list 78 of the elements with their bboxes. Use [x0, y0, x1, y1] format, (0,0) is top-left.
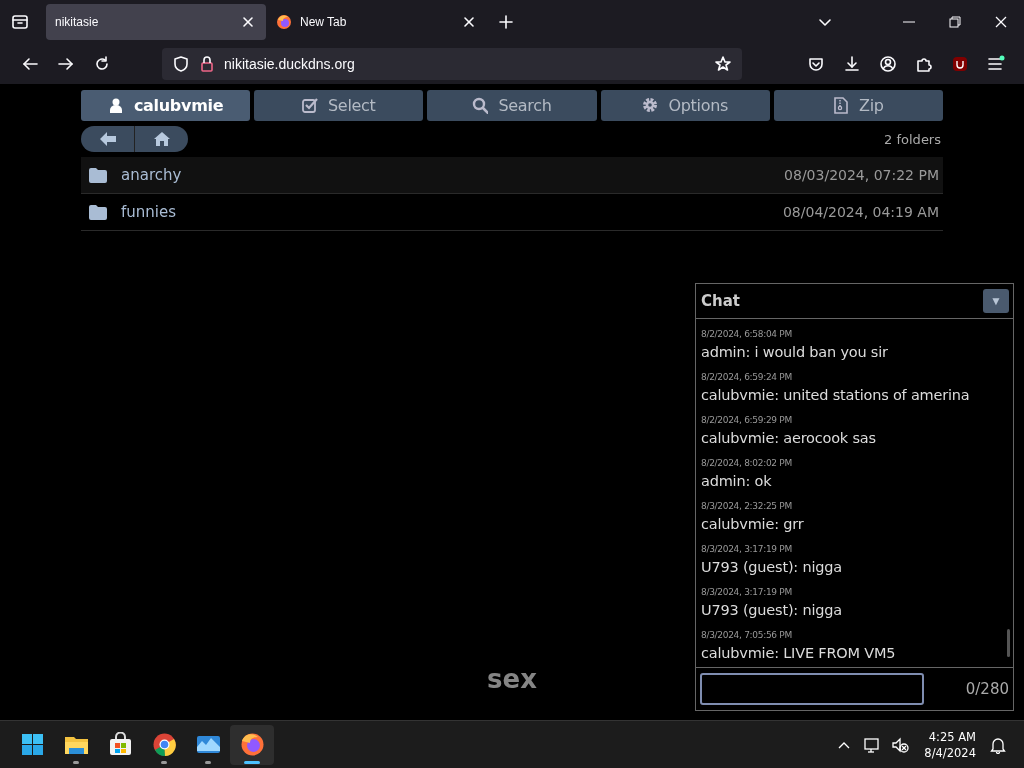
account-icon	[879, 55, 897, 73]
folder-name: funnies	[121, 203, 176, 221]
folder-date: 08/03/2024, 07:22 PM	[784, 167, 939, 183]
folder-count: 2 folders	[884, 131, 942, 147]
chat-message: admin: i would ban you sir	[701, 344, 888, 360]
folder-icon	[89, 167, 107, 183]
chat-message: admin: ok	[701, 473, 772, 489]
clock-time: 4:25 AM	[928, 728, 976, 745]
message-timestamp: 8/2/2024, 6:59:29 PM	[701, 415, 792, 425]
toolbar-button[interactable]: Select	[254, 90, 424, 121]
pocket-icon	[807, 55, 825, 73]
home-button[interactable]	[134, 126, 188, 152]
star-icon	[714, 55, 732, 73]
clock-date: 8/4/2024	[924, 744, 976, 761]
close-icon	[461, 14, 477, 30]
message-timestamp: 8/2/2024, 6:58:04 PM	[701, 329, 792, 339]
tab-list-icon	[10, 12, 30, 32]
collapse-button[interactable]: ▼	[983, 289, 1009, 313]
network-icon	[863, 735, 882, 754]
browser-circle-icon	[151, 732, 177, 757]
footer-text: sex	[487, 664, 537, 694]
close-icon	[994, 15, 1008, 29]
folder-row[interactable]: funnies 08/04/2024, 04:19 AM	[81, 194, 943, 231]
firefox-icon	[276, 14, 292, 30]
arrow-left-icon	[99, 131, 117, 147]
browser-tab[interactable]: New Tab	[267, 4, 487, 40]
toolbar-button[interactable]: Zip	[773, 90, 943, 121]
windows-logo-icon	[19, 732, 45, 757]
forward-arrow-icon	[57, 55, 75, 73]
chat-message: calubvmie: grr	[701, 516, 804, 532]
toolbar-button[interactable]: Search	[427, 90, 597, 121]
scrollbar-thumb[interactable]	[1007, 629, 1010, 657]
toolbar-button[interactable]: Options	[600, 90, 770, 121]
address-bar[interactable]: nikitasie.duckdns.org	[162, 48, 742, 80]
toolbar-button[interactable]: calubvmie	[81, 90, 251, 121]
puzzle-icon	[915, 55, 933, 73]
home-icon	[152, 131, 171, 147]
shield-icon	[172, 55, 190, 73]
message-timestamp: 8/3/2024, 2:32:25 PM	[701, 501, 792, 511]
new-tab-plus-icon	[498, 14, 514, 30]
firefox-icon	[239, 732, 265, 757]
folder-name: anarchy	[121, 166, 182, 184]
folder-date: 08/04/2024, 04:19 AM	[782, 204, 939, 220]
chat-message: calubvmie: aerocook sas	[701, 430, 876, 446]
chat-message: calubvmie: united stations of amerina	[701, 387, 970, 403]
muted-speaker-icon	[891, 735, 910, 754]
lock-icon	[198, 55, 216, 73]
chat-message: calubvmie: LIVE FROM VM5	[701, 645, 896, 661]
shopping-bag-icon	[107, 732, 133, 757]
search-icon	[472, 97, 489, 114]
back-arrow-icon	[21, 55, 39, 73]
download-icon	[843, 55, 861, 73]
taskbar-app[interactable]	[230, 724, 274, 765]
reload-icon	[93, 55, 111, 73]
folder-row[interactable]: anarchy 08/03/2024, 07:22 PM	[81, 157, 943, 194]
shield-extension-icon	[951, 55, 969, 73]
message-timestamp: 8/3/2024, 7:05:56 PM	[701, 630, 792, 640]
menu-icon	[987, 55, 1005, 73]
checkbox-icon	[302, 97, 318, 114]
gear-icon	[642, 97, 659, 114]
bell-icon	[990, 735, 1006, 754]
chat-message: U793 (guest): nigga	[701, 559, 842, 575]
message-timestamp: 8/2/2024, 8:02:02 PM	[701, 458, 792, 468]
file-zipper-icon	[833, 97, 850, 114]
back-button[interactable]	[81, 126, 135, 152]
message-timestamp: 8/3/2024, 3:17:19 PM	[701, 587, 792, 597]
user-icon	[107, 97, 124, 114]
browser-tab[interactable]: nikitasie	[46, 4, 266, 40]
chat-input-field[interactable]	[700, 673, 924, 705]
message-timestamp: 8/3/2024, 3:17:19 PM	[701, 544, 792, 554]
chat-message: U793 (guest): nigga	[701, 602, 842, 618]
character-counter: 0/280	[965, 680, 1009, 698]
chat-title: Chat	[701, 292, 740, 310]
close-icon	[240, 14, 256, 30]
restore-icon	[948, 15, 962, 29]
minimize-icon	[903, 21, 915, 23]
folder-icon	[89, 204, 107, 220]
message-timestamp: 8/2/2024, 6:59:24 PM	[701, 372, 792, 382]
